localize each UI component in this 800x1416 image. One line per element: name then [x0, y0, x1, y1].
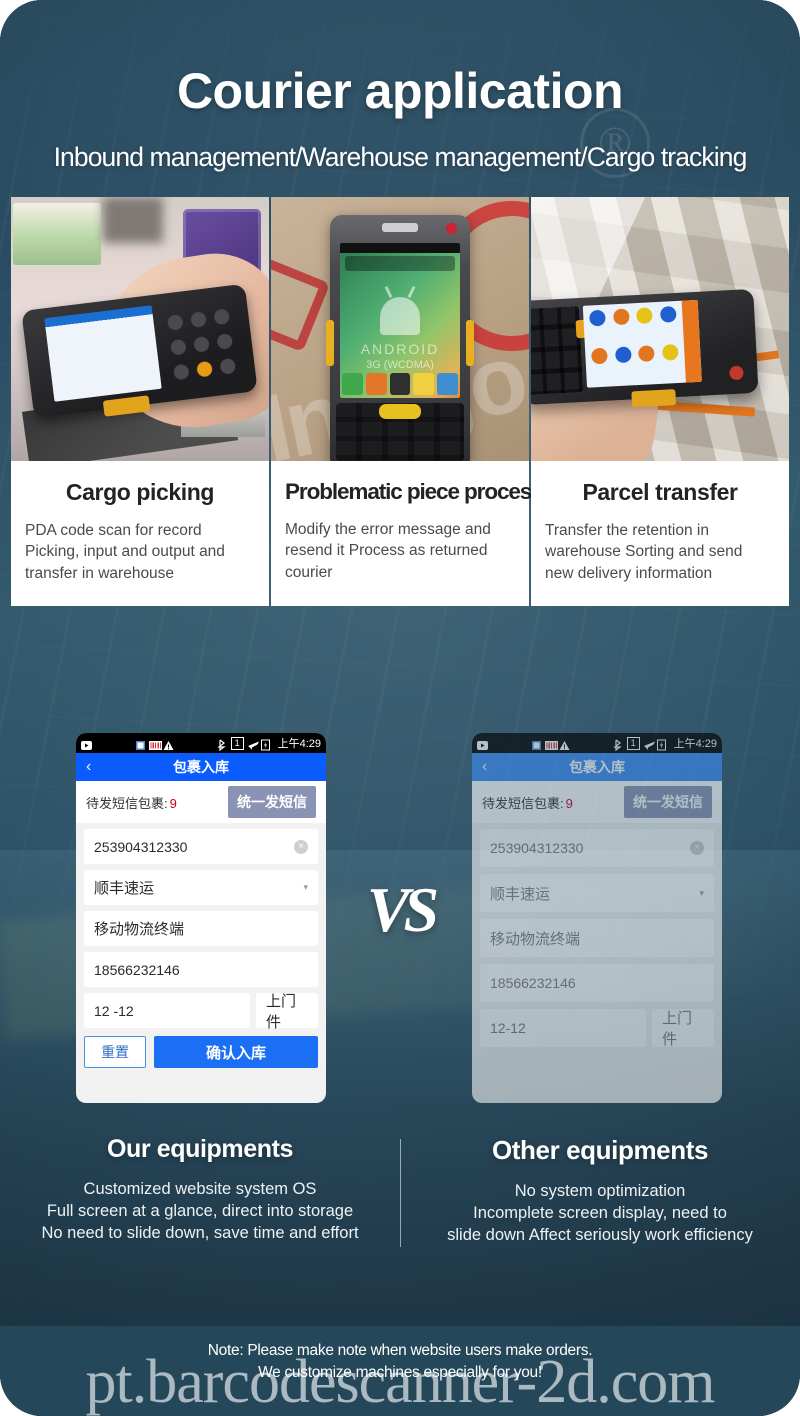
home-icon — [81, 738, 92, 750]
sms-summary-row: 待发短信包裹: 9 统一发短信 — [472, 781, 722, 824]
warning-icon — [163, 738, 174, 750]
feature-text: Modify the error message and resend it P… — [285, 521, 491, 581]
app-title: 包裹入库 — [569, 759, 625, 776]
pending-sms-label: 待发短信包裹: 9 — [86, 795, 177, 811]
caption-ours: Our equipments Customized website system… — [0, 1135, 400, 1246]
bluetooth-icon — [216, 738, 228, 751]
photo-parcel-transfer — [531, 197, 789, 461]
carrier-select[interactable]: 顺丰速运 ▾ — [84, 870, 318, 906]
barcode-icon — [148, 738, 162, 750]
feature-card-cargo-picking[interactable]: Cargo picking PDA code scan for record P… — [11, 197, 269, 607]
carrier-value: 顺丰速运 — [94, 880, 155, 898]
clear-icon[interactable]: × — [690, 841, 704, 856]
feature-card-parcel-transfer[interactable]: Parcel transfer Transfer the retention i… — [531, 197, 789, 607]
clear-icon[interactable]: × — [294, 839, 308, 854]
date-field[interactable]: 12 -12 — [84, 993, 250, 1029]
header: Courier application Inbound management/W… — [0, 0, 800, 173]
pending-sms-label: 待发短信包裹: 9 — [482, 795, 573, 811]
app-title-bar: ‹ 包裹入库 — [76, 753, 326, 782]
tracking-number-value: 253904312330 — [94, 838, 188, 855]
tracking-number-field[interactable]: 253904312330 × — [480, 829, 714, 868]
caption-divider — [400, 1139, 401, 1248]
feature-text: Transfer the retention in warehouse Sort… — [545, 522, 743, 582]
page-title: Courier application — [176, 63, 624, 119]
clock: 上午4:29 — [277, 738, 322, 751]
app-title: 包裹入库 — [173, 759, 229, 776]
caption-heading: Our equipments — [106, 1135, 294, 1164]
terminal-value: 移动物流终端 — [94, 921, 185, 939]
pickup-type-value: 上门件 — [662, 1010, 693, 1049]
caption-other: Other equipments No system optimization … — [400, 1135, 800, 1246]
pickup-type-field[interactable]: 上门件 — [652, 1009, 714, 1049]
pending-sms-count: 9 — [169, 795, 177, 811]
feature-card-problematic-piece-process[interactable]: Inlogo ANDROID 3G (WCDMA) — [271, 197, 544, 607]
feature-title: Cargo picking — [65, 479, 215, 505]
sim-slot-icon: 1 — [230, 736, 244, 750]
action-button-row: 重置 确认入库 — [76, 1028, 326, 1078]
photo-android-pda: Inlogo ANDROID 3G (WCDMA) — [271, 197, 529, 461]
pickup-type-value: 上门件 — [266, 992, 297, 1031]
sd-card-icon — [531, 738, 542, 750]
form-fields: 253904312330 × 顺丰速运 ▾ 移动物流终端 18566232146… — [472, 823, 722, 1049]
device-comparison: 1 上午4:29 ‹ 包裹入库 待发短信包裹: 9 统一发短信 25390431… — [0, 733, 800, 1113]
phone-mockup-other: 1 上午4:29 ‹ 包裹入库 待发短信包裹: 9 统一发短信 25390431… — [472, 733, 722, 1104]
chevron-down-icon: ▾ — [699, 887, 704, 898]
date-and-type-row: 12 -12 上门件 — [84, 993, 318, 1031]
feature-card-list: Cargo picking PDA code scan for record P… — [11, 197, 789, 607]
photo-cargo-picking — [11, 197, 269, 461]
phone-field[interactable]: 18566232146 — [84, 952, 318, 988]
sd-card-icon — [135, 738, 146, 750]
phone-value: 18566232146 — [490, 975, 576, 992]
send-all-sms-button[interactable]: 统一发短信 — [624, 786, 712, 819]
battery-icon — [260, 738, 272, 751]
warning-icon — [559, 738, 570, 750]
terminal-field[interactable]: 移动物流终端 — [480, 919, 714, 958]
airplane-icon — [247, 738, 259, 750]
terminal-field[interactable]: 移动物流终端 — [84, 911, 318, 947]
footer: Note: Please make note when website user… — [0, 1326, 800, 1416]
phone-field[interactable]: 18566232146 — [480, 964, 714, 1003]
date-and-type-row: 12-12 上门件 — [480, 1009, 714, 1049]
sms-summary-row: 待发短信包裹: 9 统一发短信 — [76, 781, 326, 824]
send-all-sms-button[interactable]: 统一发短信 — [228, 786, 316, 819]
clock: 上午4:29 — [673, 738, 718, 751]
feature-title: Problematic piece process — [285, 479, 544, 504]
pickup-type-field[interactable]: 上门件 — [256, 993, 318, 1031]
feature-text: PDA code scan for record Picking, input … — [25, 522, 225, 582]
caption-body: No system optimization Incomplete screen… — [447, 1182, 753, 1245]
sim-slot-icon: 1 — [626, 736, 640, 750]
carrier-value: 顺丰速运 — [490, 885, 551, 903]
barcode-icon — [544, 738, 558, 750]
date-value: 12 -12 — [94, 1002, 134, 1019]
promo-banner: ® Courier application Inbound management… — [0, 0, 800, 1416]
vs-badge: VS — [366, 874, 439, 946]
status-bar: 1 上午4:29 — [472, 733, 722, 754]
app-title-bar: ‹ 包裹入库 — [472, 753, 722, 782]
tracking-number-field[interactable]: 253904312330 × — [84, 829, 318, 865]
bluetooth-icon — [612, 738, 624, 751]
page-subtitle: Inbound management/Warehouse management/… — [53, 142, 748, 172]
caption-heading: Other equipments — [491, 1135, 709, 1166]
form-fields: 253904312330 × 顺丰速运 ▾ 移动物流终端 18566232146… — [76, 823, 326, 1031]
terminal-value: 移动物流终端 — [490, 930, 581, 948]
carrier-select[interactable]: 顺丰速运 ▾ — [480, 874, 714, 913]
home-icon — [477, 738, 488, 750]
footer-line-2: We customize machines especially for you… — [258, 1364, 542, 1382]
caption-body: Customized website system OS Full screen… — [41, 1180, 359, 1243]
reset-button[interactable]: 重置 — [84, 1036, 146, 1069]
feature-title: Parcel transfer — [582, 479, 738, 505]
footer-line-1: Note: Please make note when website user… — [207, 1342, 593, 1359]
chevron-down-icon: ▾ — [303, 882, 308, 893]
confirm-inbound-button[interactable]: 确认入库 — [154, 1036, 318, 1069]
tracking-number-value: 253904312330 — [490, 840, 584, 857]
date-value: 12-12 — [490, 1020, 526, 1037]
pending-sms-count: 9 — [565, 795, 573, 811]
status-bar: 1 上午4:29 — [76, 733, 326, 754]
phone-mockup-ours: 1 上午4:29 ‹ 包裹入库 待发短信包裹: 9 统一发短信 25390431… — [76, 733, 326, 1104]
comparison-captions: Our equipments Customized website system… — [0, 1135, 800, 1248]
airplane-icon — [643, 738, 655, 750]
phone-value: 18566232146 — [94, 961, 180, 978]
date-field[interactable]: 12-12 — [480, 1009, 646, 1048]
battery-icon — [656, 738, 668, 751]
